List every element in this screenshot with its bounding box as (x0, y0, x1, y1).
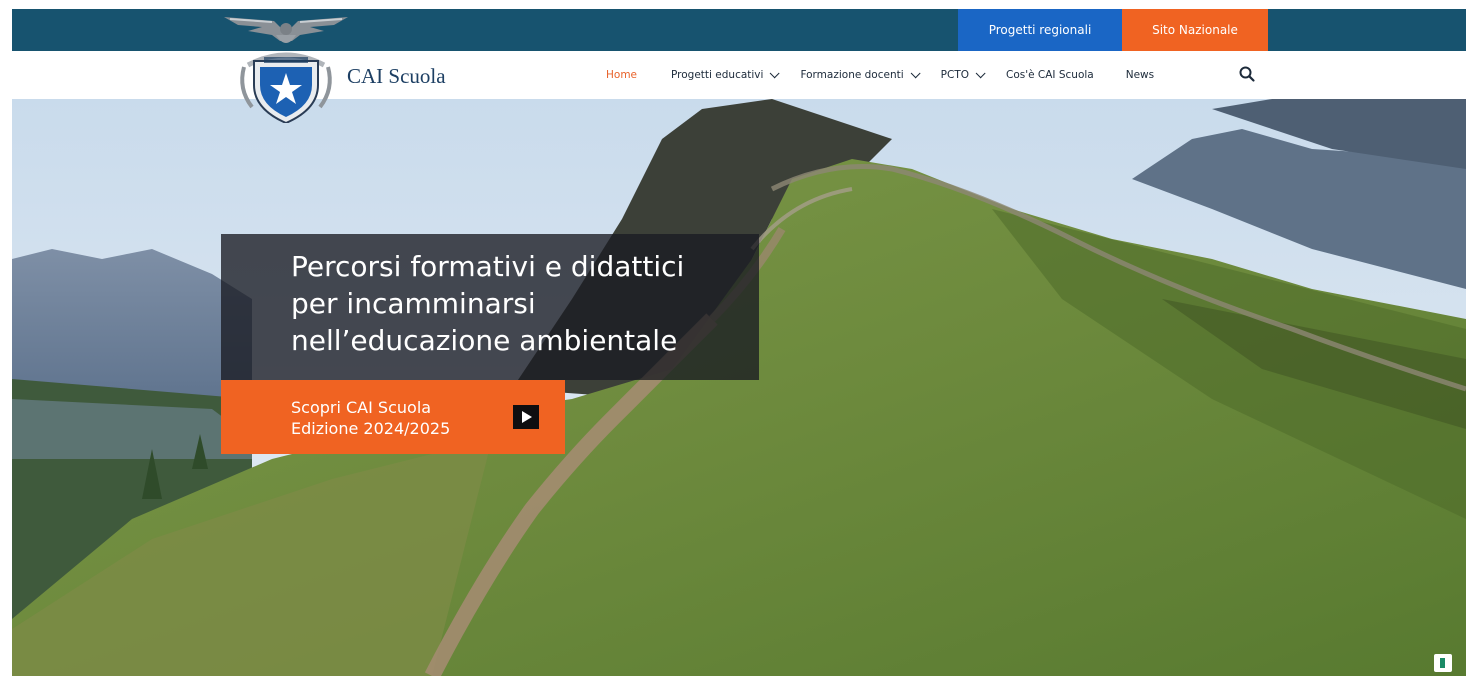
nav-formazione-docenti-label: Formazione docenti (800, 69, 904, 81)
chevron-down-icon (975, 67, 986, 78)
chevron-down-icon (770, 67, 781, 78)
nav-pcto-label: PCTO (940, 69, 969, 81)
nav-cose-cai-scuola-label: Cos'è CAI Scuola (1006, 69, 1094, 81)
cta-text: Scopri CAI Scuola Edizione 2024/2025 (291, 397, 450, 439)
hero-headline-line: nell’educazione ambientale (291, 324, 678, 357)
hero-headline-box: Percorsi formativi e didattici per incam… (221, 234, 759, 380)
site-title[interactable]: CAI Scuola (347, 64, 446, 89)
hero-headline: Percorsi formativi e didattici per incam… (291, 248, 684, 359)
chevron-down-icon (910, 67, 921, 78)
nav-news-label: News (1125, 69, 1155, 81)
accessibility-icon[interactable] (1434, 654, 1452, 672)
discover-cai-scuola-button[interactable]: Scopri CAI Scuola Edizione 2024/2025 (221, 380, 565, 454)
nav-formazione-docenti[interactable]: Formazione docenti (800, 67, 921, 81)
nav-progetti-educativi-label: Progetti educativi (671, 69, 764, 81)
play-icon[interactable] (513, 405, 539, 429)
nav-cose-cai-scuola[interactable]: Cos'è CAI Scuola (1006, 69, 1094, 81)
search-icon[interactable] (1238, 65, 1256, 83)
cta-line: Edizione 2024/2025 (291, 419, 451, 438)
nav-pcto[interactable]: PCTO (940, 67, 986, 81)
main-menu: Home Progetti educativi Formazione docen… (606, 51, 1154, 99)
regional-projects-button[interactable]: Progetti regionali (958, 9, 1122, 51)
hero-banner: Percorsi formativi e didattici per incam… (12, 99, 1466, 676)
hero-headline-line: Percorsi formativi e didattici (291, 250, 685, 283)
nav-progetti-educativi[interactable]: Progetti educativi (671, 67, 781, 81)
nav-home[interactable]: Home (606, 69, 637, 81)
cai-eagle-shield-logo[interactable] (222, 11, 350, 123)
hero-headline-line: per incamminarsi (291, 287, 536, 320)
page: Progetti regionali Sito Nazionale CAI Sc… (12, 9, 1466, 676)
nav-news[interactable]: News (1126, 69, 1154, 81)
cta-line: Scopri CAI Scuola (291, 398, 432, 417)
nav-home-label: Home (606, 69, 638, 81)
national-site-button[interactable]: Sito Nazionale (1122, 9, 1268, 51)
